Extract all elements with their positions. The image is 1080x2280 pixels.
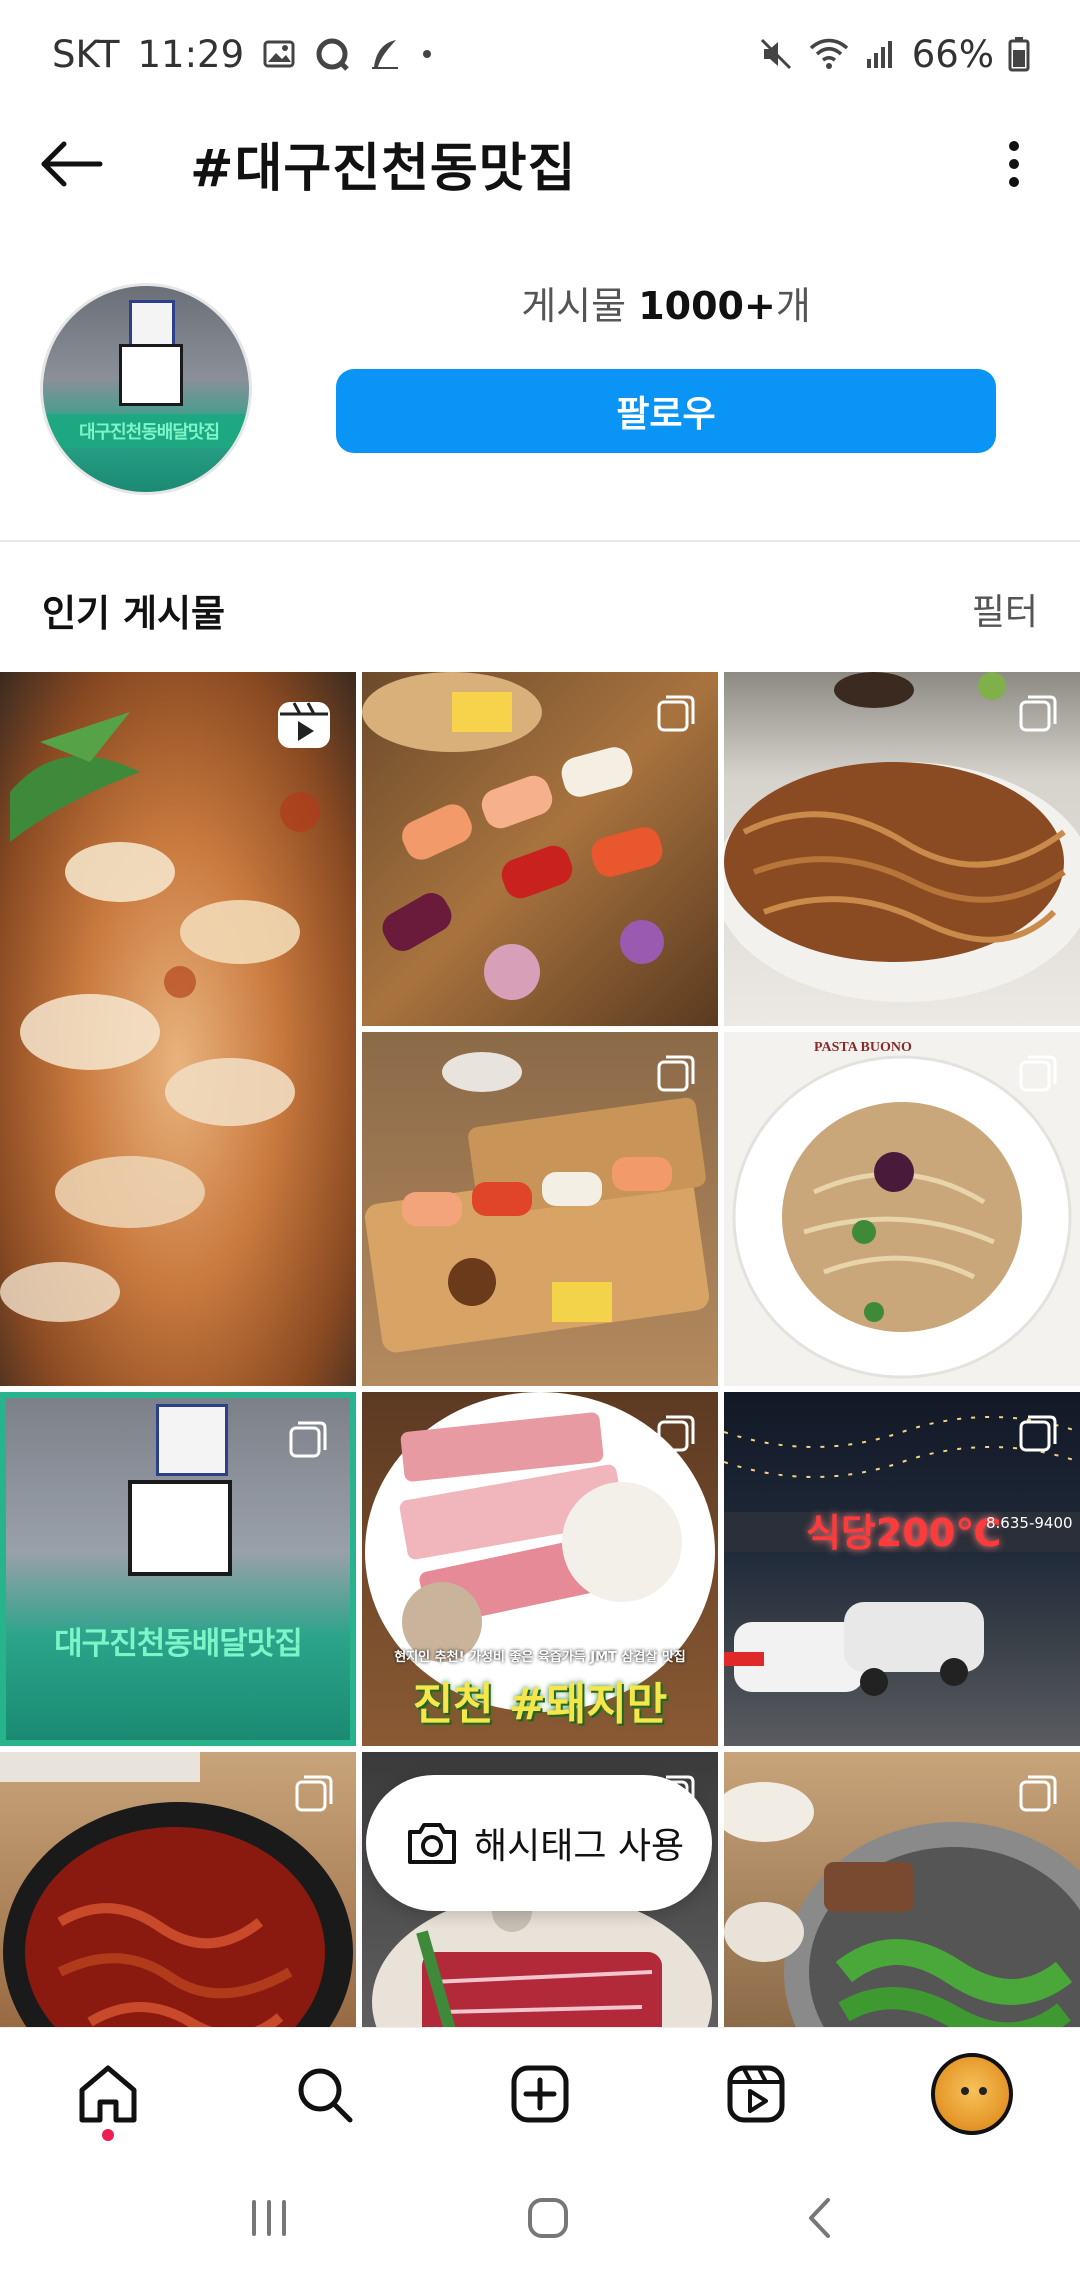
post-tile[interactable] xyxy=(724,1752,1080,2027)
page-title: #대구진천동맛집 xyxy=(190,139,577,199)
tile6-sign-small xyxy=(156,1404,228,1476)
tile8-phone-text: 8.635-9400 xyxy=(986,1514,1073,1532)
multi-photo-icon xyxy=(294,1774,334,1818)
post-tile[interactable]: PASTA BUONO xyxy=(724,1032,1080,1386)
multi-photo-icon xyxy=(656,694,696,738)
reels-icon xyxy=(274,694,334,758)
home-icon xyxy=(79,2065,137,2123)
nav-reels[interactable] xyxy=(701,2039,811,2149)
nav-add-post[interactable] xyxy=(485,2039,595,2149)
back-chevron-icon xyxy=(808,2198,830,2238)
tile7-caption: 현지인 추천! 가성비 좋은 육즙가득 JMT 삼겹살 맛집 xyxy=(394,1650,686,1665)
status-bar: SKT 11:29 66% xyxy=(0,0,1080,108)
more-options-button[interactable] xyxy=(994,130,1034,198)
camera-icon xyxy=(408,1823,456,1864)
hashtag-profile-picture: 대구진천동배달맛집 xyxy=(40,283,252,495)
recents-icon xyxy=(252,2200,287,2236)
bottom-nav xyxy=(0,2027,1080,2160)
section-title: 인기 게시물 xyxy=(42,592,226,635)
profile-banner-text: 대구진천동배달맛집 xyxy=(78,422,220,443)
post-tile[interactable]: 대구진천동배달맛집 xyxy=(0,1392,356,1746)
battery-icon xyxy=(1008,36,1030,72)
post-tile[interactable] xyxy=(362,1032,718,1386)
posts-label: 게시물 xyxy=(521,284,627,328)
dot-icon xyxy=(420,47,434,61)
wifi-icon xyxy=(808,36,850,72)
nav-home[interactable] xyxy=(53,2039,163,2149)
posts-stat: 게시물 1000+개 xyxy=(336,275,996,330)
post-tile[interactable]: 식당200℃ 8.635-9400 xyxy=(724,1392,1080,1746)
feather-icon xyxy=(368,37,402,71)
post-tile[interactable] xyxy=(724,672,1080,1026)
nav-profile[interactable] xyxy=(917,2039,1027,2149)
battery-percent: 66% xyxy=(911,32,994,76)
multi-photo-icon xyxy=(1018,1054,1058,1098)
back-button[interactable] xyxy=(36,132,108,196)
multi-photo-icon xyxy=(1018,1774,1058,1818)
multi-photo-icon xyxy=(656,1054,696,1098)
carrier-label: SKT xyxy=(52,32,120,76)
posts-count: 1000+ xyxy=(638,284,776,328)
multi-photo-icon xyxy=(656,1414,696,1458)
follow-button[interactable]: 팔로우 xyxy=(336,369,996,453)
multi-photo-icon xyxy=(1018,1414,1058,1458)
tile8-sign-text: 식당200℃ xyxy=(806,1511,1002,1555)
profile-avatar xyxy=(931,2053,1013,2135)
status-time: 11:29 xyxy=(137,32,245,76)
home-system-button[interactable] xyxy=(525,2195,571,2245)
home-circle-icon xyxy=(527,2198,568,2238)
reels-icon xyxy=(727,2065,785,2123)
image-icon xyxy=(262,37,296,71)
post-tile[interactable] xyxy=(0,1752,356,2027)
filter-button[interactable]: 필터 xyxy=(972,583,1038,635)
tile7-title: 진천 #돼지만 xyxy=(412,1679,668,1730)
post-tile[interactable]: 현지인 추천! 가성비 좋은 육즙가득 JMT 삼겹살 맛집 진천 #돼지만 xyxy=(362,1392,718,1746)
post-tile[interactable] xyxy=(0,672,356,1386)
system-nav xyxy=(0,2160,1080,2280)
more-vertical-icon xyxy=(1009,141,1019,187)
chat-icon xyxy=(314,36,350,72)
multi-photo-icon xyxy=(288,1420,328,1464)
posts-suffix: 개 xyxy=(775,284,811,328)
recents-button[interactable] xyxy=(246,2198,292,2242)
avatar-eye xyxy=(979,2087,987,2095)
status-right: 66% xyxy=(758,33,1030,76)
use-hashtag-button[interactable]: 해시태그 사용 xyxy=(366,1775,712,1911)
avatar-eye xyxy=(961,2087,969,2095)
app-header: #대구진천동맛집 xyxy=(0,108,1080,220)
mute-icon xyxy=(758,36,794,72)
add-post-icon xyxy=(511,2065,569,2123)
signal-icon xyxy=(864,37,898,71)
screen: SKT 11:29 66% #대구진천동맛집 대구진천동배달맛집 게시물 100… xyxy=(0,0,1080,2280)
notification-dot xyxy=(102,2129,114,2141)
arrow-left-icon xyxy=(41,141,103,187)
pasta-brand-text: PASTA BUONO xyxy=(814,1040,912,1055)
multi-photo-icon xyxy=(1018,694,1058,738)
divider xyxy=(0,540,1080,542)
back-system-button[interactable] xyxy=(804,2195,834,2245)
search-icon xyxy=(298,2068,353,2123)
post-tile[interactable] xyxy=(362,672,718,1026)
profile-sign-main xyxy=(119,344,183,406)
tile6-sign-main xyxy=(128,1480,232,1576)
nav-search[interactable] xyxy=(269,2039,379,2149)
tile6-banner-text: 대구진천동배달맛집 xyxy=(54,1626,303,1662)
stew-image xyxy=(0,712,320,1322)
profile-sign-small xyxy=(129,300,175,348)
status-left: SKT 11:29 xyxy=(52,33,434,76)
use-hashtag-label: 해시태그 사용 xyxy=(474,1826,685,1867)
